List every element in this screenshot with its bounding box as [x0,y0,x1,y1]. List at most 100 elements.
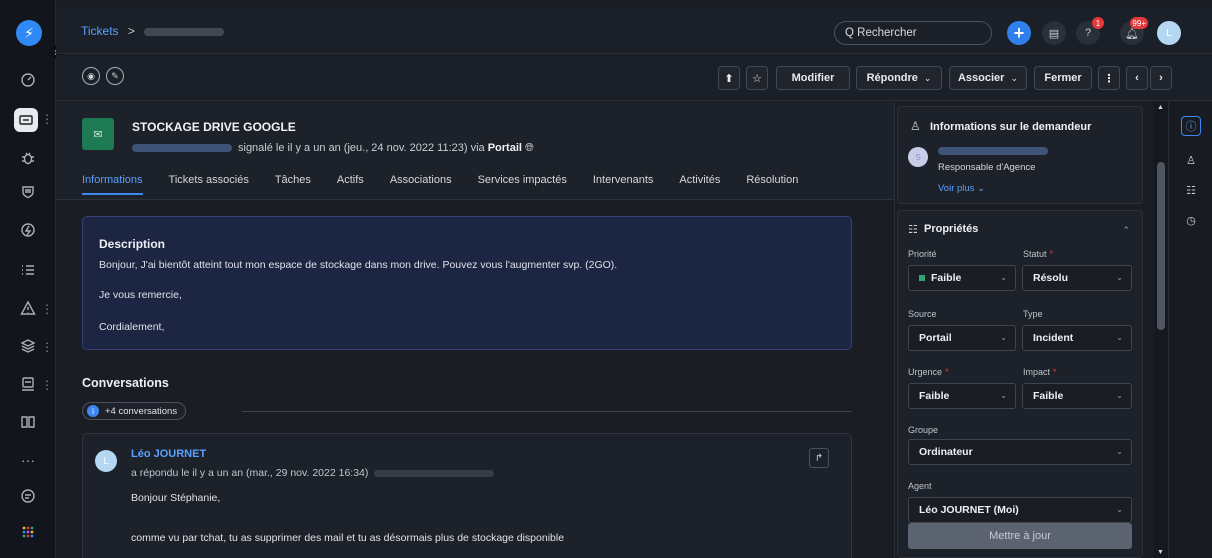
apps-grid-icon[interactable] [18,522,38,542]
bug-icon[interactable] [18,148,38,168]
requester-role: Responsable d'Agence [938,162,1036,173]
ticket-reported-text: signalé le il y a un an (jeu., 24 nov. 2… [238,142,485,154]
chevron-down-icon: ⌄ [1116,273,1123,282]
list-icon[interactable] [18,260,38,280]
tab-taches[interactable]: Tâches [275,174,311,195]
news-icon[interactable]: ▤ [1042,21,1066,45]
ticket-source: Portail [487,142,522,154]
globe-icon: 🌐︎ [525,142,534,154]
divider [242,411,852,412]
warning-more-icon[interactable]: ⋮ [41,302,53,316]
edit-pencil-icon[interactable]: ✎ [106,67,124,85]
tickets-icon[interactable] [14,108,38,132]
chevron-down-icon: ⌄ [1000,273,1007,282]
impact-select[interactable]: Faible ⌄ [1022,383,1132,409]
reply-recipients [374,469,495,477]
type-select[interactable]: Incident ⌄ [1022,325,1132,351]
search-input[interactable]: Q Rechercher [834,21,992,45]
status-select[interactable]: Résolu ⌄ [1022,265,1132,291]
info-icon: i [87,405,99,417]
ticket-subtitle: signalé le il y a un an (jeu., 24 nov. 2… [132,142,534,155]
chevron-down-icon: ⌄ [923,72,932,83]
chevron-down-icon: ⌄ [1116,333,1123,342]
star-icon[interactable]: ☆ [746,66,768,90]
notification-badge: 99+ [1130,17,1148,29]
tab-resolution[interactable]: Résolution [746,174,798,195]
reply-line: Bonjour Stéphanie, [131,492,221,504]
previous-ticket-button[interactable]: ‹ [1126,66,1148,90]
update-button[interactable]: Mettre à jour [908,523,1132,549]
more-apps-icon[interactable]: ··· [18,450,38,470]
add-button[interactable]: + [1007,21,1031,45]
group-select[interactable]: Ordinateur ⌄ [908,439,1132,465]
dashboard-icon[interactable] [18,70,38,90]
app-logo-icon[interactable]: ⚡ [16,20,42,46]
ticket-main: ✉ STOCKAGE DRIVE GOOGLE signalé le il y … [56,102,894,558]
breadcrumb-tickets-link[interactable]: Tickets [81,24,119,38]
tab-tickets-associes[interactable]: Tickets associés [169,174,249,195]
layers-more-icon[interactable]: ⋮ [41,340,53,354]
associer-label: Associer [957,72,1005,84]
scroll-up-icon[interactable]: ▲ [1157,104,1164,111]
more-actions-button[interactable]: ⋮ [1098,66,1120,90]
warning-icon[interactable] [18,298,38,318]
description-line: Je vous remercie, [99,289,182,301]
chevron-down-icon: ⌄ [1116,505,1123,514]
breadcrumb: Tickets > [81,24,225,38]
priority-color-dot [919,275,925,282]
repondre-label: Répondre [866,72,918,84]
source-select[interactable]: Portail ⌄ [908,325,1016,351]
tab-associations[interactable]: Associations [390,174,452,195]
left-nav-rail: ⚡ › ⋮ ⋮ ⋮ ⋮ ··· [0,0,63,558]
urgency-select[interactable]: Faible ⌄ [908,383,1016,409]
chat-icon[interactable] [18,486,38,506]
breadcrumb-ticket-id [144,27,225,36]
tab-activites[interactable]: Activités [679,174,720,195]
requester-name-link[interactable] [938,147,1048,155]
repondre-button[interactable]: Répondre ⌄ [856,66,942,90]
tab-informations[interactable]: Informations [82,174,143,195]
person-icon[interactable]: ♙ [1181,150,1201,170]
reply-meta-text: a répondu le il y a un an (mar., 29 nov.… [131,467,369,479]
more-conversations-chip[interactable]: i +4 conversations [82,402,187,420]
fermer-button[interactable]: Fermer [1034,66,1092,90]
associer-button[interactable]: Associer ⌄ [949,66,1027,90]
requester-name-link[interactable] [132,144,232,153]
pin-icon[interactable]: ⬆ [718,66,740,90]
watch-icon[interactable]: ◉ [82,67,100,85]
voir-plus-link[interactable]: Voir plus ⌄ [938,183,985,194]
forward-icon[interactable]: ↱ [809,448,829,468]
tab-services-impactes[interactable]: Services impactés [478,174,567,195]
change-icon[interactable] [18,220,38,240]
modifier-button[interactable]: Modifier [776,66,850,90]
chevron-up-icon[interactable]: ⌃ [1122,225,1130,236]
book-icon[interactable] [18,412,38,432]
reply-author-link[interactable]: Léo JOURNET [131,448,206,460]
bell-icon[interactable]: 🔔︎ 99+ [1120,17,1148,45]
user-avatar[interactable]: L [1157,21,1181,45]
tab-actifs[interactable]: Actifs [337,174,364,195]
properties-icon[interactable]: ☷ [1181,180,1201,200]
assets-icon[interactable] [18,374,38,394]
tickets-more-icon[interactable]: ⋮ [41,112,53,126]
next-ticket-button[interactable]: › [1150,66,1172,90]
layers-icon[interactable] [18,336,38,356]
assets-more-icon[interactable]: ⋮ [41,378,53,392]
person-icon: ♙ [910,119,921,133]
scroll-down-icon[interactable]: ▼ [1157,549,1164,556]
properties-title: Propriétés [924,223,979,235]
help-icon[interactable]: ? 1 [1076,17,1104,45]
info-icon[interactable]: ⓘ [1181,116,1201,136]
shield-icon[interactable] [18,182,38,202]
clock-icon[interactable]: ◷ [1181,210,1201,230]
ticket-title: STOCKAGE DRIVE GOOGLE [132,120,296,134]
requester-avatar: S [908,147,928,167]
conversation-reply-card: L Léo JOURNET a répondu le il y a un an … [82,433,852,558]
scrollbar-thumb[interactable] [1157,162,1165,330]
priority-select[interactable]: Faible ⌄ [908,265,1016,291]
right-panel-scrollbar[interactable]: ▲ ▼ [1154,102,1168,558]
agent-select[interactable]: Léo JOURNET (Moi) ⌄ [908,497,1132,523]
ticket-header: ✉ STOCKAGE DRIVE GOOGLE signalé le il y … [56,102,894,200]
top-bar: Tickets > Q Rechercher + ▤ ? 1 🔔︎ 99+ L [56,8,1212,54]
tab-intervenants[interactable]: Intervenants [593,174,654,195]
